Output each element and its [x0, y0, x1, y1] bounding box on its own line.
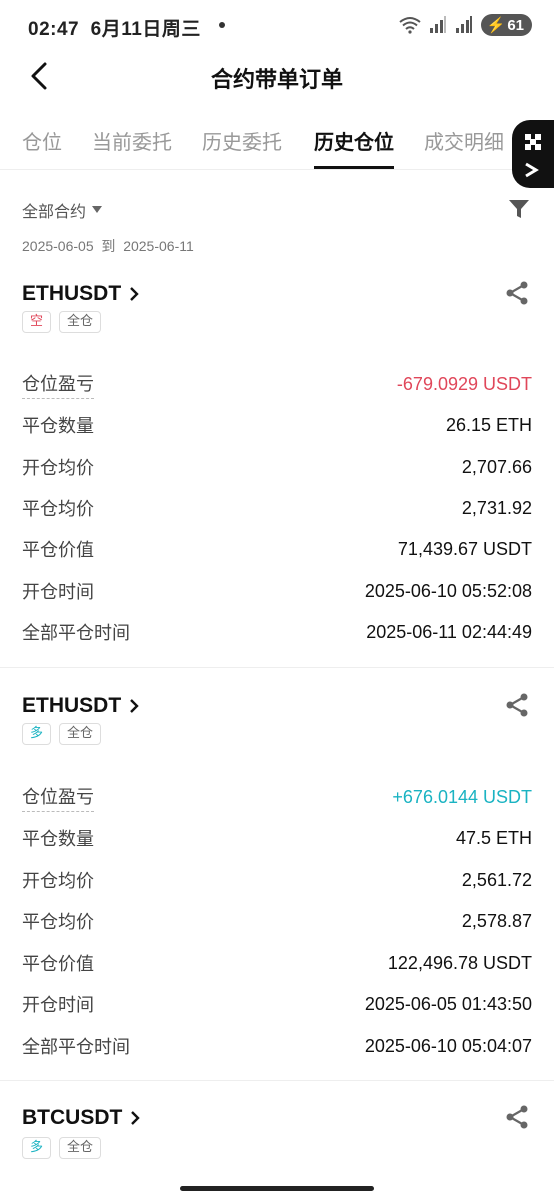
- close-value-row: 平仓价值 122,496.78 USDT: [22, 948, 532, 978]
- open-avg-value: 2,561.72: [461, 869, 532, 890]
- close-time-row: 全部平仓时间 2025-06-10 05:04:07: [22, 1031, 532, 1061]
- app-logo-icon: [525, 134, 541, 178]
- side-tag: 多: [22, 1137, 52, 1159]
- pnl-row: 仓位盈亏 -679.0929 USDT: [22, 369, 532, 399]
- nav-header: 合约带单订单: [0, 52, 554, 100]
- open-avg-label: 开仓均价: [22, 458, 94, 479]
- contract-filter-dropdown[interactable]: 全部合约: [22, 198, 103, 222]
- close-time-value: 2025-06-11 02:44:49: [366, 621, 532, 642]
- contract-filter-label: 全部合约: [22, 202, 87, 221]
- symbol-link[interactable]: BTCUSDT: [22, 1106, 141, 1130]
- charging-icon: ⚡: [486, 17, 506, 34]
- close-time-label: 全部平仓时间: [22, 623, 130, 644]
- close-avg-value: 2,731.92: [461, 497, 532, 518]
- close-value-value: 122,496.78 USDT: [387, 952, 532, 973]
- card-divider: [0, 667, 554, 668]
- close-avg-row: 平仓均价 2,578.87: [22, 906, 532, 936]
- open-time-value: 2025-06-10 05:52:08: [364, 580, 532, 601]
- tab-position-history[interactable]: 历史仓位: [314, 126, 394, 155]
- close-value-row: 平仓价值 71,439.67 USDT: [22, 534, 532, 564]
- notification-dot-icon: [219, 22, 225, 28]
- status-time: 02:47 6月11日周三: [28, 19, 201, 40]
- tag-group: 空 全仓: [22, 311, 102, 333]
- open-avg-row: 开仓均价 2,561.72: [22, 865, 532, 895]
- close-avg-row: 平仓均价 2,731.92: [22, 493, 532, 523]
- chevron-right-icon: [130, 287, 139, 301]
- status-icons: ⚡ 61: [399, 14, 532, 36]
- close-value-value: 71,439.67 USDT: [397, 538, 532, 559]
- close-qty-row: 平仓数量 26.15 ETH: [22, 410, 532, 440]
- close-avg-label: 平仓均价: [22, 499, 94, 520]
- close-avg-value: 2,578.87: [461, 910, 532, 931]
- open-time-row: 开仓时间 2025-06-10 05:52:08: [22, 576, 532, 606]
- date-range[interactable]: 2025-06-05 到 2025-06-11: [22, 236, 194, 256]
- caret-down-icon: [92, 206, 103, 213]
- page-title: 合约带单订单: [210, 68, 343, 93]
- share-icon[interactable]: [504, 280, 530, 306]
- symbol-label: ETHUSDT: [22, 282, 122, 305]
- signal-icon: [429, 16, 446, 33]
- side-tag: 空: [22, 311, 52, 333]
- close-qty-value: 47.5 ETH: [455, 827, 532, 848]
- filter-row: 全部合约: [22, 198, 532, 222]
- close-time-row: 全部平仓时间 2025-06-11 02:44:49: [22, 617, 532, 647]
- filter-funnel-icon[interactable]: [508, 198, 530, 220]
- margin-mode-tag: 全仓: [59, 1137, 102, 1159]
- tab-bar: 仓位 当前委托 历史委托 历史仓位 成交明细: [0, 118, 554, 170]
- open-time-value: 2025-06-05 01:43:50: [364, 993, 532, 1014]
- open-time-label: 开仓时间: [22, 995, 94, 1016]
- pnl-label[interactable]: 仓位盈亏: [22, 783, 94, 812]
- close-qty-label: 平仓数量: [22, 416, 94, 437]
- close-time-value: 2025-06-10 05:04:07: [364, 1035, 532, 1056]
- close-qty-row: 平仓数量 47.5 ETH: [22, 823, 532, 853]
- active-tab-indicator: [314, 166, 394, 169]
- pnl-label[interactable]: 仓位盈亏: [22, 370, 94, 399]
- tab-order-history[interactable]: 历史委托: [202, 126, 282, 155]
- pnl-row: 仓位盈亏 +676.0144 USDT: [22, 782, 532, 812]
- close-qty-value: 26.15 ETH: [445, 414, 532, 435]
- tab-positions[interactable]: 仓位: [22, 126, 62, 155]
- card-divider: [0, 1080, 554, 1081]
- symbol-link[interactable]: ETHUSDT: [22, 694, 139, 718]
- open-avg-value: 2,707.66: [461, 456, 532, 477]
- signal-icon-2: [455, 16, 472, 33]
- close-avg-label: 平仓均价: [22, 912, 94, 933]
- pnl-value: -679.0929 USDT: [396, 373, 532, 394]
- share-icon[interactable]: [504, 1104, 530, 1130]
- symbol-link[interactable]: ETHUSDT: [22, 282, 139, 306]
- share-icon[interactable]: [504, 692, 530, 718]
- status-bar: 02:47 6月11日周三 ⚡ 61: [0, 0, 554, 52]
- side-tag: 多: [22, 723, 52, 745]
- margin-mode-tag: 全仓: [59, 311, 102, 333]
- close-value-label: 平仓价值: [22, 540, 94, 561]
- tab-trade-details[interactable]: 成交明细: [424, 126, 504, 155]
- open-avg-label: 开仓均价: [22, 871, 94, 892]
- open-time-label: 开仓时间: [22, 582, 94, 603]
- open-time-row: 开仓时间 2025-06-05 01:43:50: [22, 989, 532, 1019]
- open-avg-row: 开仓均价 2,707.66: [22, 452, 532, 482]
- wifi-icon: [399, 17, 421, 34]
- floating-widget[interactable]: [512, 120, 554, 188]
- symbol-label: BTCUSDT: [22, 1106, 123, 1129]
- battery-indicator: ⚡ 61: [480, 14, 532, 36]
- tag-group: 多 全仓: [22, 1137, 102, 1159]
- close-time-label: 全部平仓时间: [22, 1037, 130, 1058]
- close-value-label: 平仓价值: [22, 954, 94, 975]
- margin-mode-tag: 全仓: [59, 723, 102, 745]
- chevron-right-icon: [131, 1111, 141, 1125]
- tag-group: 多 全仓: [22, 723, 102, 745]
- chevron-right-icon: [130, 699, 139, 713]
- tab-current-orders[interactable]: 当前委托: [92, 126, 172, 155]
- close-qty-label: 平仓数量: [22, 829, 94, 850]
- pnl-value: +676.0144 USDT: [392, 786, 532, 807]
- home-indicator[interactable]: [180, 1186, 374, 1191]
- symbol-label: ETHUSDT: [22, 694, 122, 717]
